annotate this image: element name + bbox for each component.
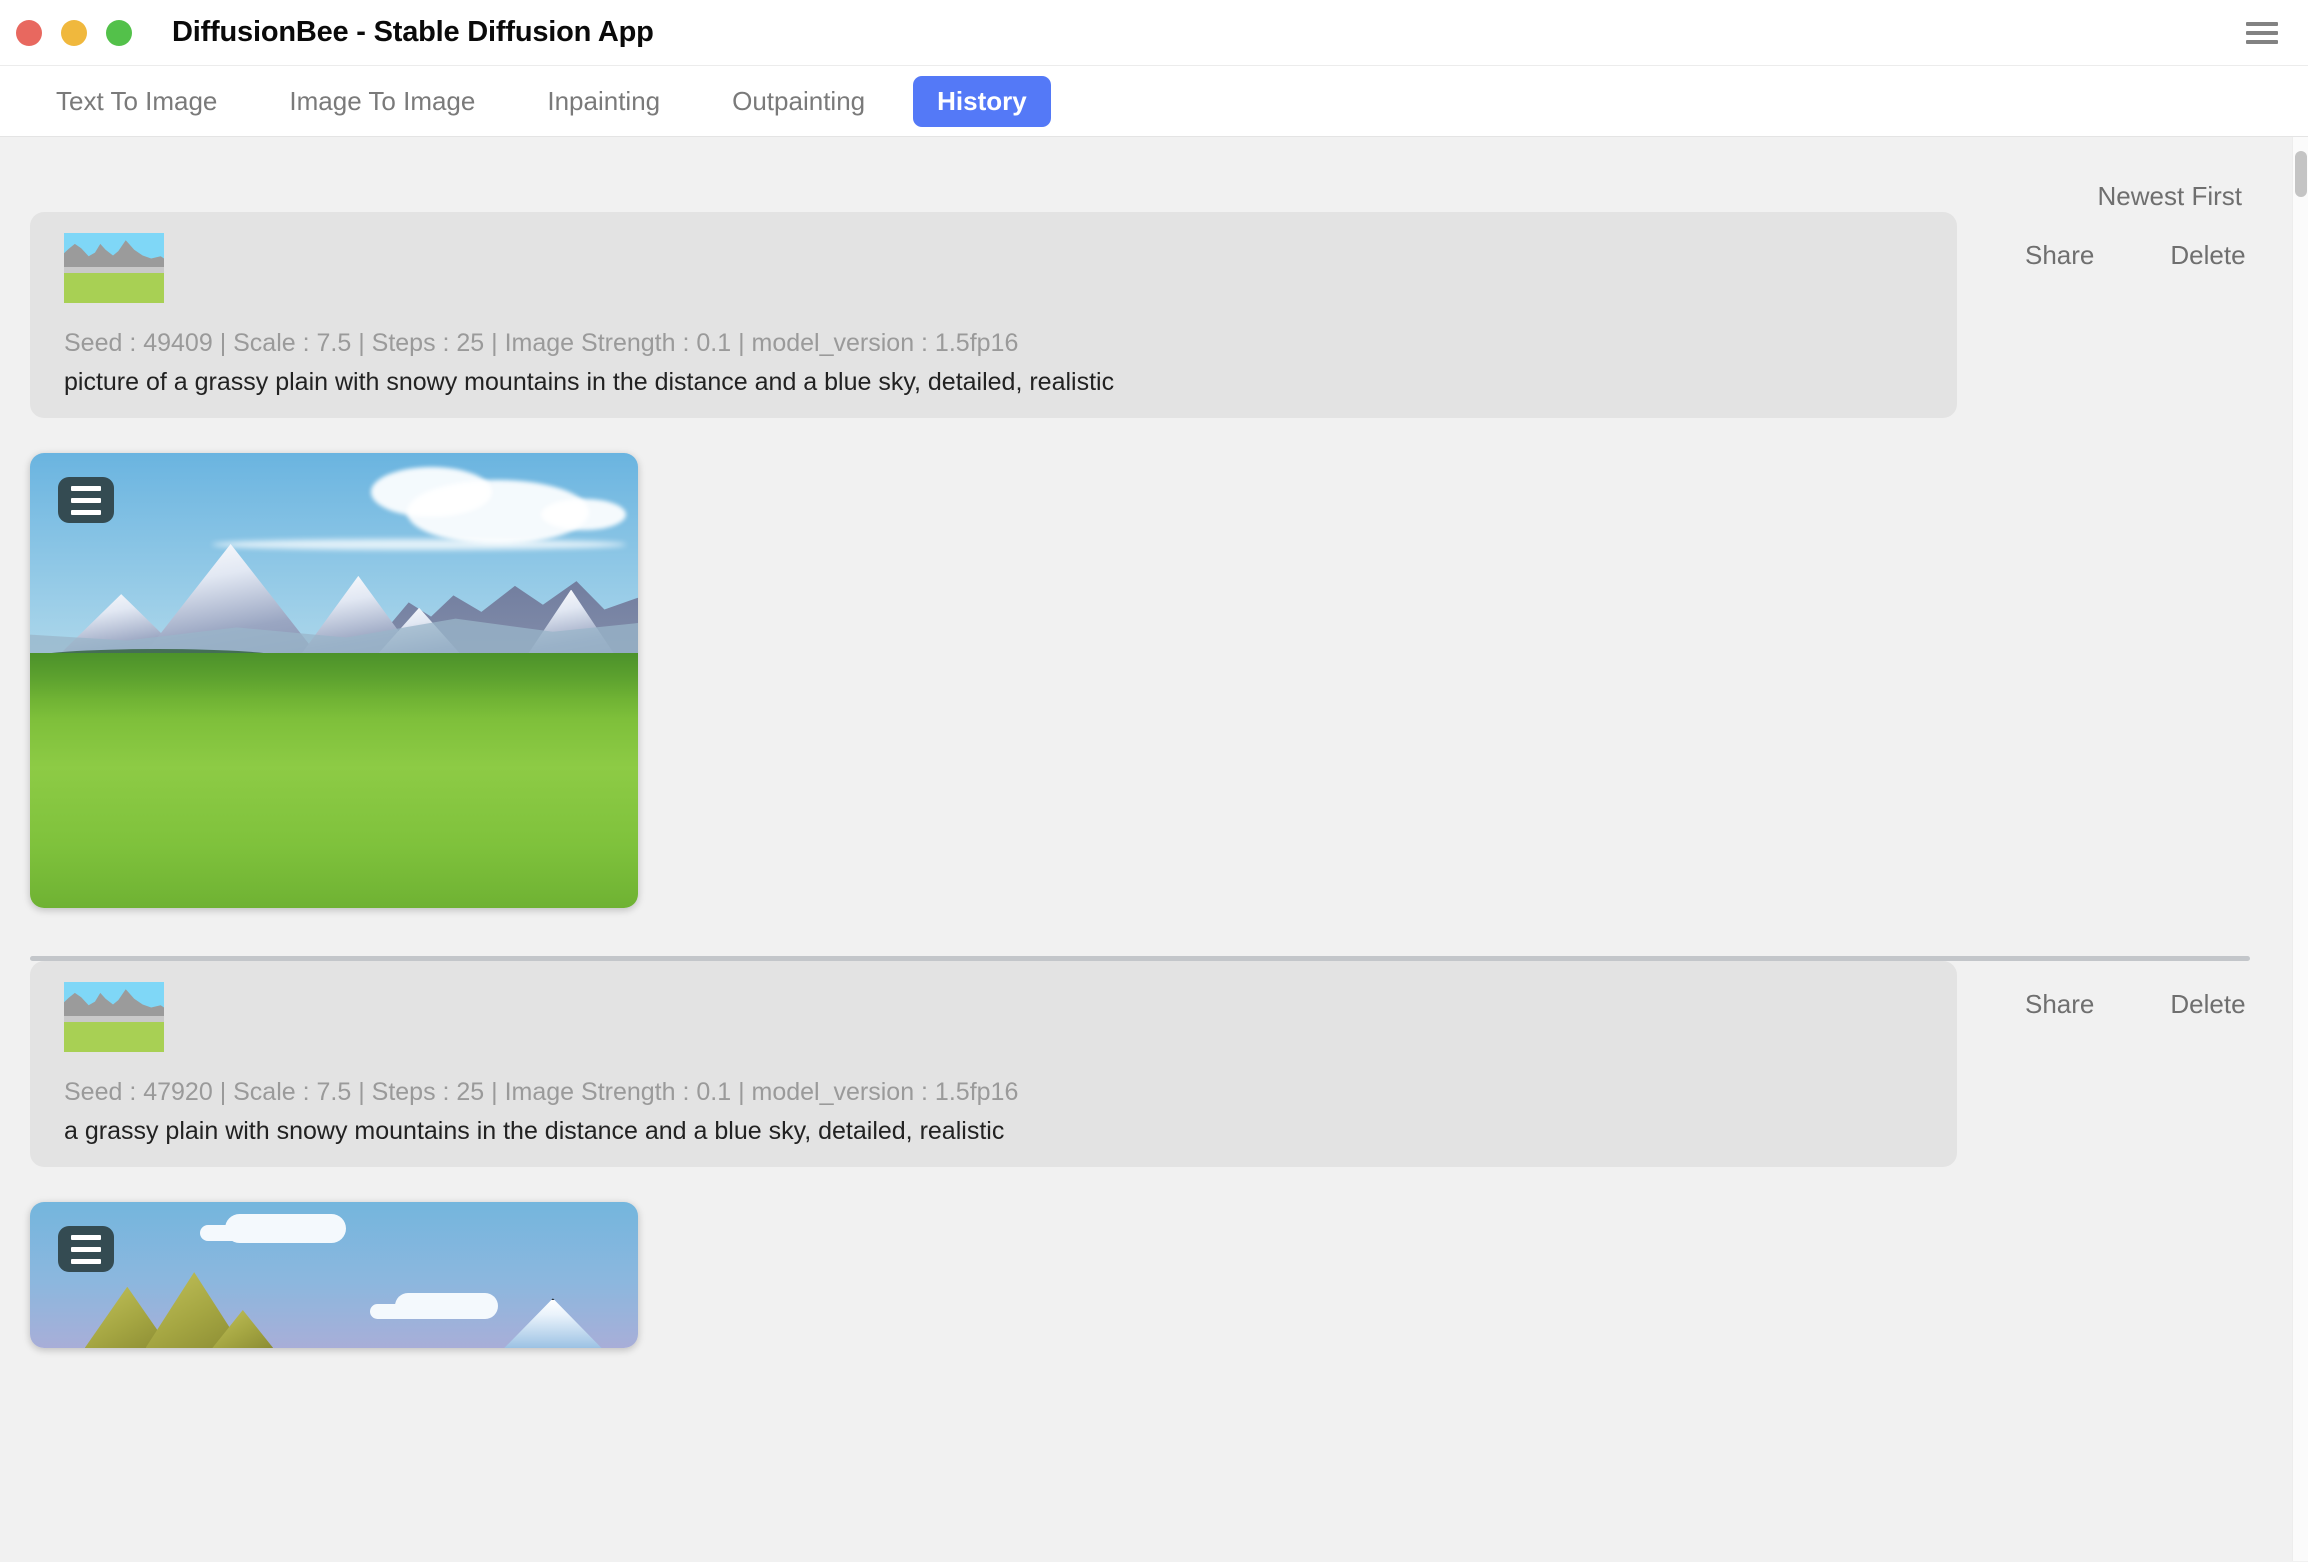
menu-bar-1 <box>71 485 101 491</box>
thumbnail-grass <box>64 272 164 303</box>
menu-bar-2 <box>2246 30 2278 35</box>
maximize-button[interactable] <box>106 19 132 46</box>
sort-row: Newest First <box>0 137 2308 212</box>
history-content: Newest First Seed : 49409 | Scale : 7.5 … <box>0 137 2308 1561</box>
scrollbar-thumb[interactable] <box>2295 151 2307 197</box>
share-button[interactable]: Share <box>2025 240 2094 271</box>
image-options-menu-icon[interactable] <box>58 477 114 523</box>
menu-bar-3 <box>71 1258 101 1264</box>
generated-image-card[interactable] <box>30 1202 638 1348</box>
generation-params: Seed : 49409 | Scale : 7.5 | Steps : 25 … <box>64 329 1019 357</box>
tab-inpainting[interactable]: Inpainting <box>523 76 684 127</box>
window-controls <box>16 19 132 46</box>
vertical-scrollbar[interactable] <box>2292 137 2308 1561</box>
app-title: DiffusionBee - Stable Diffusion App <box>172 16 654 48</box>
entry-actions: Share Delete <box>2025 961 2246 1020</box>
tab-text-to-image[interactable]: Text To Image <box>32 76 241 127</box>
menu-bar-1 <box>71 1234 101 1240</box>
grassy-plain-snowy-mountains <box>30 453 638 908</box>
minimize-button[interactable] <box>61 19 87 46</box>
cloud-icon <box>200 1225 286 1242</box>
entry-actions: Share Delete <box>2025 212 2246 271</box>
prompt-text: picture of a grassy plain with snowy mou… <box>64 368 1115 396</box>
hamburger-menu-icon[interactable] <box>2244 18 2280 48</box>
generation-params: Seed : 47920 | Scale : 7.5 | Steps : 25 … <box>64 1078 1019 1106</box>
history-entry: Seed : 47920 | Scale : 7.5 | Steps : 25 … <box>0 961 2308 1348</box>
snowy-peak <box>504 1298 602 1348</box>
cloud-icon <box>540 498 626 531</box>
cloud-icon <box>370 466 493 517</box>
delete-button[interactable]: Delete <box>2170 989 2245 1020</box>
sort-order-toggle[interactable]: Newest First <box>2098 181 2242 212</box>
history-meta-card: Seed : 49409 | Scale : 7.5 | Steps : 25 … <box>30 212 1957 418</box>
history-meta-card: Seed : 47920 | Scale : 7.5 | Steps : 25 … <box>30 961 1957 1167</box>
tab-bar: Text To Image Image To Image Inpainting … <box>0 66 2308 137</box>
cloud-streak <box>212 539 626 551</box>
generated-image-card[interactable] <box>30 453 638 908</box>
menu-bar-1 <box>2246 21 2278 26</box>
delete-button[interactable]: Delete <box>2170 240 2245 271</box>
thumbnail-grass <box>64 1021 164 1052</box>
illustrated-mountains-clouds <box>30 1202 638 1348</box>
tab-image-to-image[interactable]: Image To Image <box>265 76 499 127</box>
menu-bar-3 <box>71 509 101 515</box>
prompt-text: a grassy plain with snowy mountains in t… <box>64 1117 1005 1145</box>
tab-outpainting[interactable]: Outpainting <box>708 76 889 127</box>
grass-field <box>30 653 638 908</box>
history-entry-header: Seed : 47920 | Scale : 7.5 | Steps : 25 … <box>0 961 2308 1167</box>
close-button[interactable] <box>16 19 42 46</box>
title-bar: DiffusionBee - Stable Diffusion App <box>0 0 2308 66</box>
share-button[interactable]: Share <box>2025 989 2094 1020</box>
history-entry: Seed : 49409 | Scale : 7.5 | Steps : 25 … <box>0 212 2308 961</box>
tab-history[interactable]: History <box>913 75 1051 127</box>
menu-bar-2 <box>71 497 101 503</box>
mountain-plain-thumbnail[interactable] <box>64 233 164 303</box>
menu-bar-2 <box>71 1246 101 1252</box>
history-entry-header: Seed : 49409 | Scale : 7.5 | Steps : 25 … <box>0 212 2308 418</box>
image-options-menu-icon[interactable] <box>58 1226 114 1272</box>
cloud-icon <box>370 1304 450 1319</box>
mountain-plain-thumbnail[interactable] <box>64 982 164 1052</box>
menu-bar-3 <box>2246 39 2278 44</box>
history-list: Seed : 49409 | Scale : 7.5 | Steps : 25 … <box>0 212 2308 1348</box>
